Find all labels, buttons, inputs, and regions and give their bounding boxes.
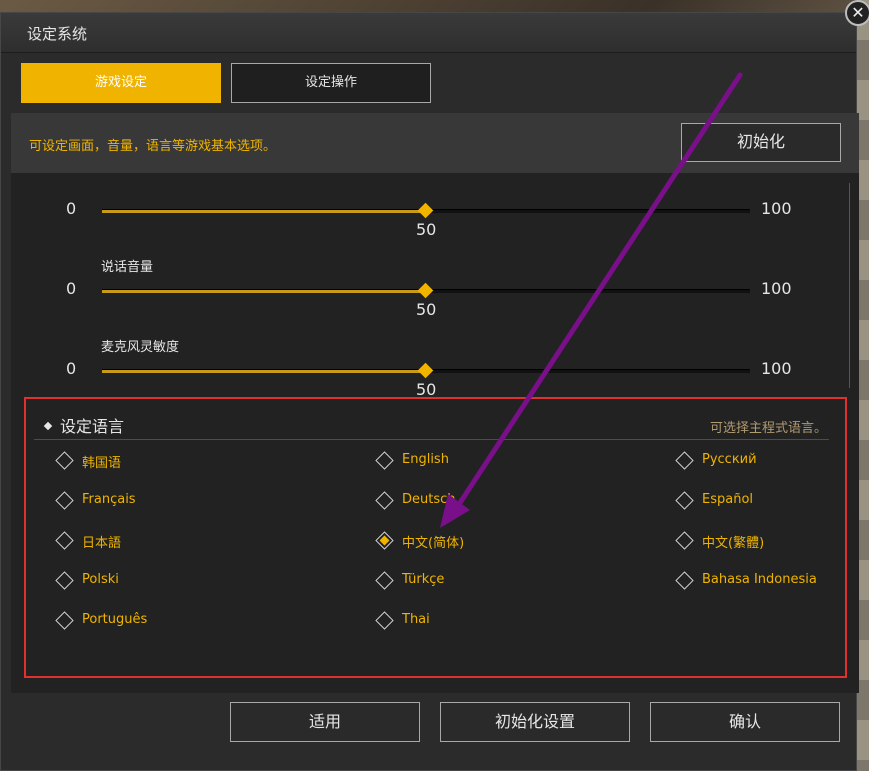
language-option-label: 韩国语 (82, 456, 122, 471)
language-option-label: Bahasa Indonesia (702, 572, 817, 587)
slider-track[interactable] (102, 202, 750, 219)
tab-game-settings[interactable]: 游戏设定 (21, 63, 221, 103)
language-option[interactable]: 韩国语 (55, 451, 258, 472)
slider-fill (102, 370, 426, 373)
scrollbar-track[interactable] (849, 183, 850, 388)
slider-fill (102, 210, 426, 213)
radio-icon[interactable] (675, 451, 694, 470)
slider-min: 0 (66, 279, 77, 298)
slider-value: 50 (416, 300, 437, 319)
language-option-label: Português (82, 612, 148, 627)
language-option[interactable]: Polski (55, 571, 258, 592)
slider-max: 100 (761, 279, 792, 298)
slider-fill (102, 290, 426, 293)
language-option-label: Español (702, 492, 754, 507)
language-option-label: 中文(简体) (402, 536, 465, 551)
radio-icon[interactable] (375, 451, 394, 470)
language-option-label: Türkçe (402, 572, 445, 587)
language-option-label: Deutsch (402, 492, 456, 507)
language-option[interactable]: 中文(简体) (375, 531, 578, 552)
language-option-label: English (402, 452, 449, 467)
slider-row-volume: 0 100 50 (11, 189, 859, 249)
language-option-label: Русский (702, 452, 757, 467)
slider-handle[interactable] (417, 202, 434, 219)
language-option[interactable]: Bahasa Indonesia (675, 571, 869, 592)
language-option[interactable]: Español (675, 491, 869, 512)
radio-icon[interactable] (55, 531, 74, 550)
window-title: 设定系统 (27, 25, 88, 43)
language-option[interactable]: English (375, 451, 578, 472)
tab-control-settings[interactable]: 设定操作 (231, 63, 431, 103)
language-option[interactable]: Thai (375, 611, 578, 632)
language-hint: 可选择主程式语言。 (709, 421, 827, 436)
language-option[interactable]: Deutsch (375, 491, 578, 512)
reset-button[interactable]: 初始化 (681, 123, 841, 162)
language-option-label: Polski (82, 572, 119, 587)
radio-icon[interactable] (675, 571, 694, 590)
language-option[interactable]: 日本語 (55, 531, 258, 552)
language-option[interactable]: Türkçe (375, 571, 578, 592)
radio-icon[interactable] (55, 571, 74, 590)
slider-handle[interactable] (417, 362, 434, 379)
radio-icon[interactable] (675, 491, 694, 510)
apply-button[interactable]: 适用 (230, 702, 420, 742)
bullet-icon (43, 421, 53, 431)
radio-icon[interactable] (675, 531, 694, 550)
slider-track[interactable] (102, 362, 750, 379)
slider-value: 50 (416, 220, 437, 239)
slider-track[interactable] (102, 282, 750, 299)
description-text: 可设定画面，音量，语言等游戏基本选项。 (29, 139, 277, 154)
slider-handle[interactable] (417, 282, 434, 299)
radio-icon[interactable] (375, 491, 394, 510)
language-option[interactable]: Português (55, 611, 258, 632)
language-header: 设定语言 (60, 417, 125, 436)
slider-label: 麦克风灵敏度 (101, 340, 180, 355)
language-option-label: 中文(繁體) (702, 536, 765, 551)
language-option[interactable]: Français (55, 491, 258, 512)
language-section: 设定语言 可选择主程式语言。 韩国语 English Русский Français… (24, 397, 847, 678)
confirm-button[interactable]: 确认 (650, 702, 840, 742)
radio-icon[interactable] (55, 611, 74, 630)
language-option-label: 日本語 (82, 536, 122, 551)
slider-min: 0 (66, 359, 77, 378)
close-icon[interactable]: ✕ (845, 0, 869, 26)
language-option-label: Français (82, 492, 136, 507)
language-option[interactable]: 中文(繁體) (675, 531, 869, 552)
radio-icon[interactable] (55, 491, 74, 510)
description-bar: 可设定画面，音量，语言等游戏基本选项。 初始化 (11, 113, 859, 173)
radio-checked-icon[interactable] (375, 531, 394, 550)
slider-max: 100 (761, 199, 792, 218)
divider (34, 439, 829, 440)
slider-max: 100 (761, 359, 792, 378)
slider-row-mic-sensitivity: 麦克风灵敏度 0 100 50 (11, 333, 859, 399)
reset-settings-button[interactable]: 初始化设置 (440, 702, 630, 742)
slider-min: 0 (66, 199, 77, 218)
language-option[interactable]: Русский (675, 451, 869, 472)
radio-icon[interactable] (55, 451, 74, 470)
language-option-label: Thai (402, 612, 430, 627)
slider-row-talk-volume: 说话音量 0 100 50 (11, 253, 859, 319)
radio-icon[interactable] (375, 571, 394, 590)
title-bar: 设定系统 (1, 13, 856, 53)
slider-label: 说话音量 (101, 260, 154, 275)
radio-icon[interactable] (375, 611, 394, 630)
